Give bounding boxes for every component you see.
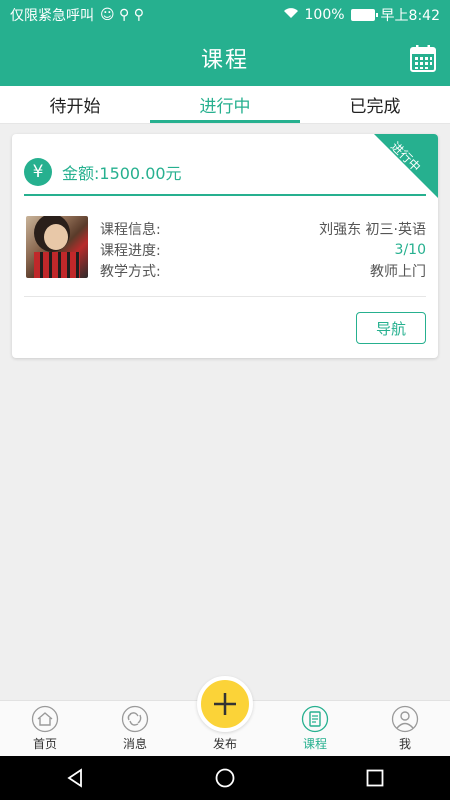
tab-completed[interactable]: 已完成 [300, 86, 450, 123]
course-icon [301, 705, 329, 733]
clock-text: 早上8:42 [380, 8, 440, 24]
nav-label: 发布 [212, 737, 237, 751]
course-tabs: 待开始 进行中 已完成 [0, 86, 450, 124]
info-value: 教师上门 [370, 263, 426, 280]
battery-text: 100% [304, 7, 345, 23]
info-label: 教学方式: [100, 263, 161, 280]
amount-row: ¥ 金额:1500.00元 [24, 156, 426, 196]
nav-messages[interactable]: 消息 [90, 701, 180, 756]
message-icon [121, 705, 149, 733]
yen-icon: ¥ [24, 158, 52, 186]
battery-icon [350, 9, 378, 21]
tab-pending[interactable]: 待开始 [0, 86, 150, 123]
back-icon[interactable] [64, 767, 86, 789]
plus-icon [214, 693, 236, 715]
info-label: 课程进度: [100, 242, 161, 259]
home-circle-icon[interactable] [214, 767, 236, 789]
wifi-icon [283, 7, 299, 23]
info-row-course: 课程信息: 刘强东 初三·英语 [100, 218, 426, 239]
status-bar: 仅限紧急呼叫 ☺ ⚲ ⚲ 100% 早上8:42 [0, 0, 450, 30]
app-header: 课程 [0, 30, 450, 86]
card-divider [24, 296, 426, 297]
calendar-icon[interactable] [410, 44, 436, 72]
navigate-button[interactable]: 导航 [356, 312, 426, 344]
nav-label: 课程 [302, 737, 327, 751]
nav-courses[interactable]: 课程 [270, 701, 360, 756]
nav-me[interactable]: 我 [360, 701, 450, 756]
info-row-method: 教学方式: 教师上门 [100, 260, 426, 281]
nav-label: 消息 [122, 737, 147, 751]
publish-button[interactable] [197, 676, 253, 732]
notification-icons: ☺ ⚲ ⚲ [100, 7, 145, 23]
info-row-progress: 课程进度: 3/10 [100, 239, 426, 260]
system-nav-bar [0, 756, 450, 800]
nav-label: 我 [398, 737, 411, 751]
status-left: 仅限紧急呼叫 ☺ ⚲ ⚲ [10, 5, 144, 25]
tab-in-progress[interactable]: 进行中 [150, 86, 300, 123]
course-card[interactable]: 进行中 ¥ 金额:1500.00元 课程信息: 刘强东 初三·英语 课程进度: … [12, 134, 438, 358]
info-value: 刘强东 初三·英语 [319, 221, 426, 238]
amount-text: 金额:1500.00元 [62, 164, 182, 183]
recents-icon[interactable] [364, 767, 386, 789]
course-info: 课程信息: 刘强东 初三·英语 课程进度: 3/10 教学方式: 教师上门 [100, 218, 426, 281]
nav-home[interactable]: 首页 [0, 701, 90, 756]
carrier-text: 仅限紧急呼叫 [10, 8, 94, 24]
info-value: 3/10 [394, 241, 426, 258]
page-title: 课程 [200, 48, 249, 73]
status-right: 100% 早上8:42 [283, 5, 440, 25]
home-icon [31, 705, 59, 733]
profile-icon [391, 705, 419, 733]
info-label: 课程信息: [100, 221, 161, 238]
teacher-avatar [26, 216, 88, 278]
nav-label: 首页 [32, 737, 57, 751]
